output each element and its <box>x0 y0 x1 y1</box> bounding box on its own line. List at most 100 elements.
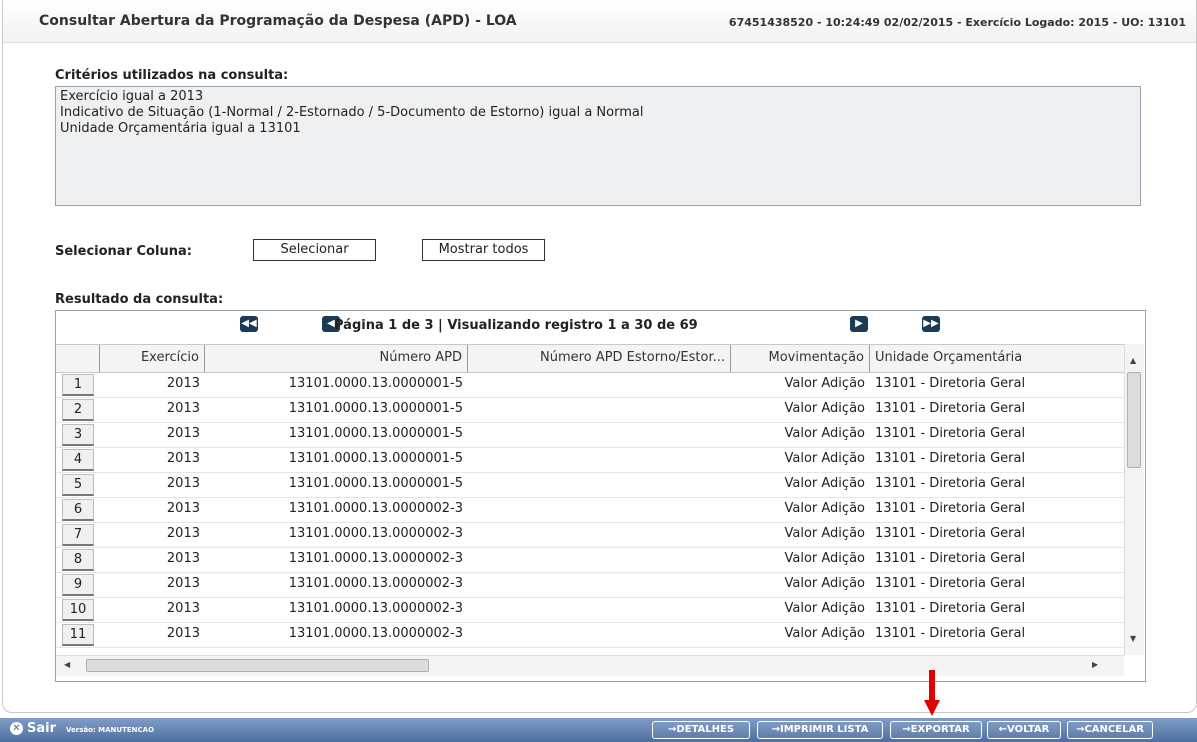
exercicio-cell: 2013 <box>166 476 200 491</box>
unidade-cell: 13101 - Diretoria Geral <box>875 576 1026 591</box>
numero-estorno-cell <box>468 397 731 422</box>
unidade-cell: 13101 - Diretoria Geral <box>875 501 1026 516</box>
movimentacao-cell: Valor Adição <box>784 401 866 416</box>
numero-apd-cell: 13101.0000.13.0000002-3 <box>288 526 463 541</box>
select-column-button[interactable]: Selecionar <box>253 239 376 261</box>
numero-estorno-cell <box>468 447 731 472</box>
exercicio-cell: 2013 <box>166 601 200 616</box>
movimentacao-cell: Valor Adição <box>784 476 866 491</box>
numero-estorno-cell <box>468 597 731 622</box>
movimentacao-cell: Valor Adição <box>784 526 866 541</box>
table-row[interactable]: 2 2013 13101.0000.13.0000001-5 Valor Adição… <box>56 397 1124 423</box>
row-number-cell: 5 <box>62 474 94 496</box>
movimentacao-cell: Valor Adição <box>784 501 866 516</box>
next-page-icon[interactable]: ▶ <box>850 316 868 332</box>
scroll-right-icon[interactable]: ▶ <box>1092 660 1098 669</box>
numero-apd-cell: 13101.0000.13.0000002-3 <box>288 501 463 516</box>
version-label: Versão: MANUTENCAO <box>66 726 155 734</box>
numero-estorno-cell <box>468 372 731 397</box>
unidade-cell: 13101 - Diretoria Geral <box>875 426 1026 441</box>
show-all-button[interactable]: Mostrar todos <box>422 239 545 261</box>
table-row[interactable]: 1 2013 13101.0000.13.0000001-5 Valor Adição… <box>56 372 1124 398</box>
row-number-cell: 2 <box>62 399 94 421</box>
last-page-icon[interactable]: ▶▶ <box>922 316 940 332</box>
numero-apd-cell: 13101.0000.13.0000002-3 <box>288 551 463 566</box>
numero-estorno-cell <box>468 472 731 497</box>
numero-apd-cell: 13101.0000.13.0000002-3 <box>288 601 463 616</box>
column-header-unidade[interactable]: Unidade Orçamentária <box>870 345 1124 372</box>
exercicio-cell: 2013 <box>166 526 200 541</box>
table-row[interactable]: 11 2013 13101.0000.13.0000002-3 Valor Adiçã… <box>56 622 1124 648</box>
page-header: Consultar Abertura da Programação da Des… <box>3 0 1196 43</box>
row-number-cell: 6 <box>62 499 94 521</box>
back-button[interactable]: ←VOLTAR <box>987 721 1061 739</box>
cancel-button[interactable]: →CANCELAR <box>1067 721 1153 739</box>
criteria-label: Critérios utilizados na consulta: <box>55 68 289 83</box>
movimentacao-cell: Valor Adição <box>784 576 866 591</box>
horizontal-scroll-thumb[interactable] <box>86 659 429 672</box>
footer-bar: ✕ Sair Versão: MANUTENCAO →DETALHES →IMPR… <box>0 718 1197 742</box>
unidade-cell: 13101 - Diretoria Geral <box>875 626 1026 641</box>
row-number-cell: 11 <box>62 624 94 646</box>
row-number-cell: 9 <box>62 574 94 596</box>
exercicio-cell: 2013 <box>166 401 200 416</box>
numero-estorno-cell <box>468 547 731 572</box>
exit-button[interactable]: ✕ Sair <box>10 721 56 736</box>
table-row[interactable]: 4 2013 13101.0000.13.0000001-5 Valor Adição… <box>56 447 1124 473</box>
table-row[interactable]: 6 2013 13101.0000.13.0000002-3 Valor Adição… <box>56 497 1124 523</box>
movimentacao-cell: Valor Adição <box>784 601 866 616</box>
exercicio-cell: 2013 <box>166 426 200 441</box>
print-list-button[interactable]: →IMPRIMIR LISTA <box>757 721 883 739</box>
table-row[interactable]: 8 2013 13101.0000.13.0000002-3 Valor Adição… <box>56 547 1124 573</box>
table-body: 1 2013 13101.0000.13.0000001-5 Valor Adição… <box>56 372 1124 655</box>
results-grid: ◀◀ ◀ Página 1 de 3 | Visualizando regist… <box>55 310 1146 682</box>
export-button[interactable]: →EXPORTAR <box>890 721 982 739</box>
column-header-exercicio[interactable]: Exercício <box>100 345 205 372</box>
close-icon: ✕ <box>10 722 23 735</box>
first-page-icon[interactable]: ◀◀ <box>240 316 258 332</box>
pager: ◀◀ ◀ Página 1 de 3 | Visualizando regist… <box>56 311 1143 345</box>
table-row[interactable]: 9 2013 13101.0000.13.0000002-3 Valor Adição… <box>56 572 1124 598</box>
exercicio-cell: 2013 <box>166 376 200 391</box>
unidade-cell: 13101 - Diretoria Geral <box>875 551 1026 566</box>
table-row[interactable]: 3 2013 13101.0000.13.0000001-5 Valor Adição… <box>56 422 1124 448</box>
table-row[interactable]: 10 2013 13101.0000.13.0000002-3 Valor Adiçã… <box>56 597 1124 623</box>
unidade-cell: 13101 - Diretoria Geral <box>875 601 1026 616</box>
unidade-cell: 13101 - Diretoria Geral <box>875 401 1026 416</box>
vertical-scroll-thumb[interactable] <box>1127 372 1141 468</box>
exit-label: Sair <box>27 721 57 736</box>
numero-estorno-cell <box>468 522 731 547</box>
criteria-line: Exercício igual a 2013 <box>60 89 204 104</box>
numero-apd-cell: 13101.0000.13.0000001-5 <box>288 401 463 416</box>
numero-apd-cell: 13101.0000.13.0000001-5 <box>288 451 463 466</box>
column-header-movimentacao[interactable]: Movimentação <box>731 345 870 372</box>
row-number-cell: 10 <box>62 599 94 621</box>
table-row[interactable]: 7 2013 13101.0000.13.0000002-3 Valor Adição… <box>56 522 1124 548</box>
horizontal-scrollbar[interactable]: ◀ ▶ <box>56 655 1124 676</box>
column-header-numero-estorno[interactable]: Número APD Estorno/Estor... <box>468 345 731 372</box>
scroll-left-icon[interactable]: ◀ <box>64 660 70 669</box>
numero-apd-cell: 13101.0000.13.0000001-5 <box>288 376 463 391</box>
movimentacao-cell: Valor Adição <box>784 426 866 441</box>
row-number-header <box>56 345 100 372</box>
vertical-scrollbar[interactable]: ▲ ▼ <box>1124 344 1144 655</box>
numero-estorno-cell <box>468 422 731 447</box>
row-number-cell: 1 <box>62 374 94 396</box>
movimentacao-cell: Valor Adição <box>784 551 866 566</box>
numero-apd-cell: 13101.0000.13.0000001-5 <box>288 426 463 441</box>
table-row[interactable]: 5 2013 13101.0000.13.0000001-5 Valor Adição… <box>56 472 1124 498</box>
numero-apd-cell: 13101.0000.13.0000002-3 <box>288 626 463 641</box>
numero-estorno-cell <box>468 572 731 597</box>
scroll-down-icon[interactable]: ▼ <box>1130 634 1136 643</box>
row-number-cell: 7 <box>62 524 94 546</box>
details-button[interactable]: →DETALHES <box>652 721 750 739</box>
column-header-numero-apd[interactable]: Número APD <box>205 345 468 372</box>
red-arrow-annotation <box>924 670 940 716</box>
scroll-up-icon[interactable]: ▲ <box>1130 356 1136 365</box>
numero-estorno-cell <box>468 497 731 522</box>
movimentacao-cell: Valor Adição <box>784 451 866 466</box>
select-column-label: Selecionar Coluna: <box>55 244 192 259</box>
unidade-cell: 13101 - Diretoria Geral <box>875 476 1026 491</box>
row-number-cell: 4 <box>62 449 94 471</box>
criteria-box: Exercício igual a 2013 Indicativo de Sit… <box>55 86 1141 206</box>
